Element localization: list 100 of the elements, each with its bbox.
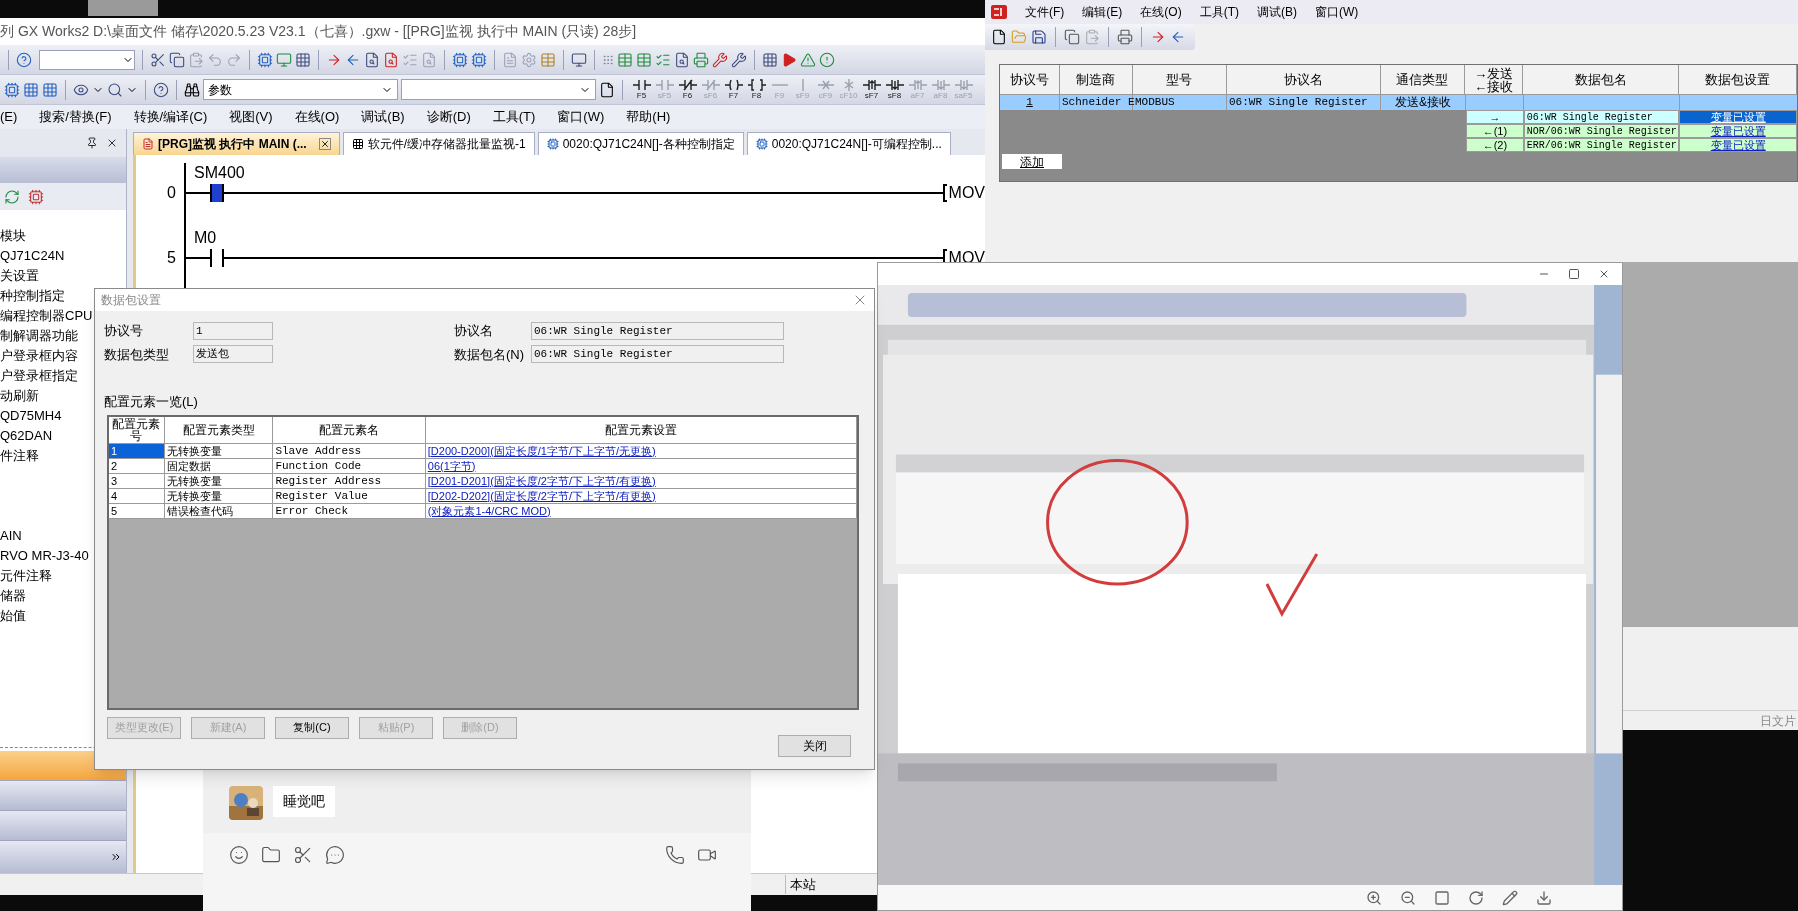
- chip-icon[interactable]: [28, 188, 44, 205]
- printer-icon[interactable]: [693, 51, 709, 68]
- play-icon[interactable]: [781, 51, 797, 68]
- menu-item[interactable]: 转换/编译(C): [133, 107, 208, 127]
- table-icon[interactable]: [636, 51, 652, 68]
- setting-link[interactable]: 变量已设置: [1679, 110, 1797, 124]
- grid-icon[interactable]: [42, 81, 58, 98]
- copy-icon[interactable]: [169, 51, 185, 68]
- protocol-row[interactable]: 1 Schneider EMODBUS 06:WR Single Register 发送&接收: [1000, 95, 1797, 110]
- close-icon[interactable]: [106, 137, 118, 149]
- warning-icon[interactable]: [800, 51, 816, 68]
- chip-icon[interactable]: [452, 51, 468, 68]
- tab[interactable]: 0020:QJ71C24N[]-各种控制指定: [537, 132, 744, 155]
- setting-link[interactable]: [D201-D201](固定长度/2字节/下上字节/有更换): [425, 473, 857, 489]
- page-icon[interactable]: [599, 81, 615, 98]
- scissors-icon[interactable]: [293, 845, 313, 865]
- printer-icon[interactable]: [1117, 29, 1133, 45]
- left-arrow-icon[interactable]: [1170, 29, 1186, 45]
- ladder-key-button[interactable]: sF8: [883, 75, 906, 104]
- menu-item[interactable]: 调试(B): [1257, 3, 1297, 21]
- menu-item[interactable]: 编辑(E): [1082, 3, 1123, 21]
- pencil-icon[interactable]: [1502, 889, 1518, 906]
- menu-item[interactable]: 调试(B): [361, 107, 405, 127]
- close-icon[interactable]: [1598, 268, 1610, 280]
- folder-icon[interactable]: [261, 845, 281, 865]
- ladder-key-button[interactable]: F7: [722, 75, 745, 104]
- contact-symbol[interactable]: [210, 249, 224, 267]
- menu-item[interactable]: 工具(T): [1199, 3, 1239, 21]
- close-icon[interactable]: [318, 138, 331, 150]
- zoom-out-icon[interactable]: [1400, 889, 1416, 906]
- help-icon[interactable]: [153, 81, 169, 98]
- chip-icon[interactable]: [257, 51, 273, 68]
- right-arrow-icon[interactable]: [1150, 29, 1166, 45]
- menu-item[interactable]: 搜索/替换(F): [39, 107, 112, 127]
- wrench-icon[interactable]: [731, 51, 747, 68]
- binoculars-icon[interactable]: [184, 81, 200, 98]
- chat-bubble-icon[interactable]: [325, 845, 345, 865]
- add-button[interactable]: 添加: [1002, 154, 1062, 169]
- maximize-icon[interactable]: [1568, 268, 1580, 280]
- zoom-in-icon[interactable]: [1366, 889, 1382, 906]
- pin-icon[interactable]: [86, 137, 98, 149]
- tab[interactable]: [PRG]监视 执行中 MAIN (...: [133, 132, 340, 155]
- close-button[interactable]: 关闭: [778, 734, 851, 757]
- chip-icon[interactable]: [471, 51, 487, 68]
- input-field[interactable]: 发送包: [193, 345, 273, 364]
- table-icon[interactable]: [617, 51, 633, 68]
- file-search-icon[interactable]: [383, 51, 399, 68]
- setting-link[interactable]: 变量已设置: [1679, 138, 1797, 152]
- menu-item[interactable]: 帮助(H): [626, 107, 671, 127]
- grid-icon[interactable]: [23, 81, 39, 98]
- menu-item[interactable]: 诊断(D): [426, 107, 471, 127]
- file-search-icon[interactable]: [364, 51, 380, 68]
- fit-icon[interactable]: [1434, 889, 1450, 906]
- menu-item[interactable]: 视图(V): [229, 107, 273, 127]
- phone-icon[interactable]: [665, 845, 685, 865]
- help-icon[interactable]: [16, 51, 32, 68]
- setting-link[interactable]: 06(1字节): [425, 458, 857, 474]
- wrench-icon[interactable]: [712, 51, 728, 68]
- save-icon[interactable]: [1031, 29, 1047, 45]
- menu-item[interactable]: 窗口(W): [557, 107, 605, 127]
- ladder-key-button[interactable]: F6: [676, 75, 699, 104]
- setting-link[interactable]: [D200-D200](固定长度/1字节/下上字节/无更换): [425, 443, 857, 459]
- emoji-icon[interactable]: [229, 845, 249, 865]
- grid-icon[interactable]: [295, 51, 311, 68]
- table-icon[interactable]: [540, 51, 556, 68]
- file-search-icon[interactable]: [674, 51, 690, 68]
- tab[interactable]: 0020:QJ71C24N[]-可编程控制...: [746, 132, 951, 155]
- menu-item[interactable]: 窗口(W): [1315, 3, 1359, 21]
- tree-item[interactable]: 模块: [0, 226, 126, 246]
- ladder-key-button[interactable]: F5: [630, 75, 653, 104]
- rotate-icon[interactable]: [1468, 889, 1484, 906]
- setting-link[interactable]: (对象元素1-4/CRC MOD): [425, 503, 857, 519]
- monitor-icon[interactable]: [571, 51, 587, 68]
- tree-item[interactable]: QJ71C24N: [0, 246, 126, 266]
- download-icon[interactable]: [1536, 889, 1552, 906]
- grid-icon[interactable]: [762, 51, 778, 68]
- search-icon[interactable]: [107, 81, 123, 98]
- input-field[interactable]: 06:WR Single Register: [531, 321, 784, 340]
- search-field[interactable]: 参数: [203, 79, 398, 100]
- menu-item[interactable]: 工具(T): [492, 107, 536, 127]
- menu-item[interactable]: 文件(F): [1025, 3, 1065, 21]
- ladder-key-button[interactable]: sF7: [860, 75, 883, 104]
- tree-item[interactable]: 关设置: [0, 266, 126, 286]
- dropdown[interactable]: [39, 49, 135, 70]
- menu-item[interactable]: 在线(O): [1140, 3, 1182, 21]
- menu-item[interactable]: 在线(O): [294, 107, 340, 127]
- ladder-key-button[interactable]: F8: [745, 75, 768, 104]
- action-button[interactable]: 复制(C): [275, 716, 349, 739]
- monitor-icon[interactable]: [276, 51, 292, 68]
- input-field[interactable]: 06:WR Single Register: [531, 345, 784, 364]
- setting-link[interactable]: 变量已设置: [1679, 124, 1797, 138]
- refresh-icon[interactable]: [4, 188, 20, 205]
- tab[interactable]: 软元件/缓冲存储器批量监视-1: [342, 132, 535, 155]
- menu-item[interactable]: (E): [0, 107, 18, 127]
- copy-icon[interactable]: [1064, 29, 1080, 45]
- alert-icon[interactable]: [819, 51, 835, 68]
- window-thumbnail[interactable]: [88, 0, 158, 16]
- scissors-icon[interactable]: [150, 51, 166, 68]
- new-file-icon[interactable]: [991, 29, 1007, 45]
- chip-icon[interactable]: [4, 81, 20, 98]
